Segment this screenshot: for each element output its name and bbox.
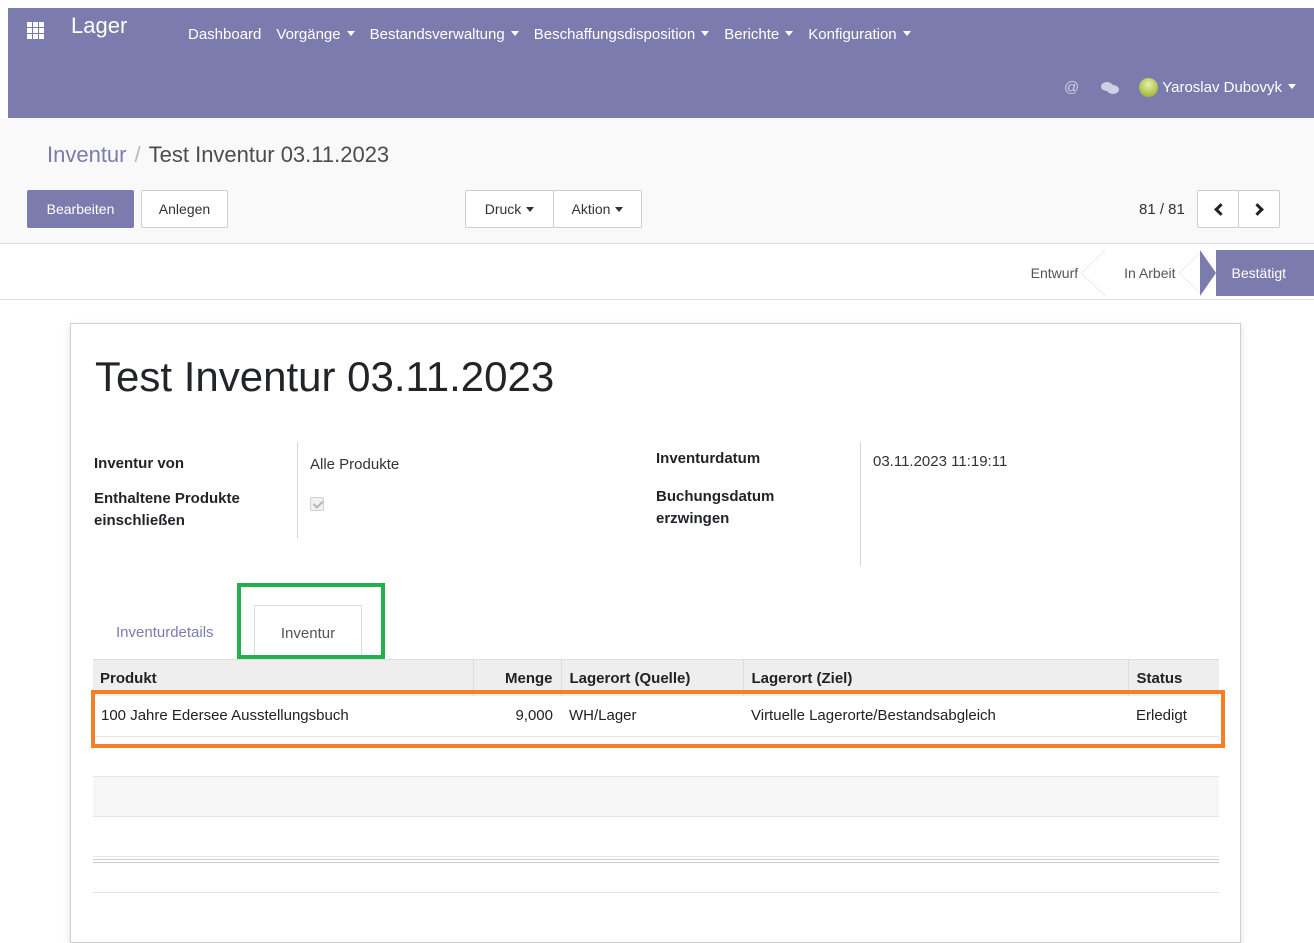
record-title: Test Inventur 03.11.2023 <box>95 353 555 400</box>
status-steps: Entwurf In Arbeit Bestätigt <box>1009 250 1314 296</box>
cell-source-location[interactable]: WH/Lager <box>561 696 743 737</box>
empty-row <box>93 816 1219 857</box>
include-products-checkbox[interactable] <box>310 497 324 511</box>
cell-status[interactable]: Erledigt <box>1128 696 1219 737</box>
column-header-quantity[interactable]: Menge <box>472 660 561 696</box>
pager-value[interactable]: 81 / 81 <box>1139 201 1185 218</box>
force-booking-date-label: Buchungsdatum erzwingen <box>656 488 775 527</box>
menu-item-operations[interactable]: Vorgänge <box>276 26 354 43</box>
menu-item-procurement[interactable]: Beschaffungsdisposition <box>534 26 710 43</box>
statusbar: Entwurf In Arbeit Bestätigt <box>0 245 1314 300</box>
chevron-right-icon <box>1250 202 1264 216</box>
inventory-of-label: Inventur von <box>94 455 185 472</box>
column-header-source-location[interactable]: Lagerort (Quelle) <box>560 660 743 696</box>
cell-quantity[interactable]: 9,000 <box>473 696 561 737</box>
status-step-draft[interactable]: Entwurf <box>1009 250 1106 296</box>
field-divider <box>297 442 298 538</box>
table-footer-line <box>93 862 1219 863</box>
table-row[interactable]: 100 Jahre Edersee Ausstellungsbuch 9,000… <box>93 696 1219 737</box>
pager-previous-button[interactable] <box>1197 190 1239 228</box>
action-label: Aktion <box>571 201 611 217</box>
user-menu[interactable]: Yaroslav Dubovyk <box>1162 79 1296 96</box>
status-step-confirmed[interactable]: Bestätigt <box>1199 250 1314 296</box>
menu-item-configuration[interactable]: Konfiguration <box>808 26 910 43</box>
print-dropdown-button[interactable]: Druck <box>465 190 554 228</box>
column-header-destination-location[interactable]: Lagerort (Ziel) <box>742 660 1128 696</box>
include-products-label: Enthaltene Produkte einschließen <box>94 490 240 529</box>
status-step-in-progress[interactable]: In Arbeit <box>1102 250 1203 296</box>
breadcrumb: Inventur / Test Inventur 03.11.2023 <box>47 142 389 168</box>
table-header-row: Produkt Menge Lagerort (Quelle) Lagerort… <box>93 660 1219 696</box>
inventory-of-value[interactable]: Alle Produkte <box>310 456 399 473</box>
breadcrumb-separator: / <box>134 142 141 167</box>
column-header-status[interactable]: Status <box>1127 660 1219 696</box>
breadcrumb-parent[interactable]: Inventur <box>47 142 127 167</box>
menu-item-reports[interactable]: Berichte <box>724 26 793 43</box>
column-header-product[interactable]: Produkt <box>93 660 473 696</box>
mentions-icon[interactable]: @ <box>1064 79 1079 96</box>
table-footer-line <box>93 859 1219 860</box>
create-button[interactable]: Anlegen <box>141 190 228 228</box>
form-sheet: Test Inventur 03.11.2023 Inventur von Al… <box>70 323 1241 943</box>
table-footer-line <box>93 892 1219 893</box>
apps-grid-icon[interactable] <box>27 22 44 39</box>
edit-button[interactable]: Bearbeiten <box>27 190 134 228</box>
breadcrumb-current: Test Inventur 03.11.2023 <box>148 142 390 167</box>
tab-inventory-details[interactable]: Inventurdetails <box>116 624 214 641</box>
app-title[interactable]: Lager <box>71 13 127 39</box>
print-label: Druck <box>484 201 522 217</box>
cell-destination-location[interactable]: Virtuelle Lagerorte/Bestandsabgleich <box>743 696 1128 737</box>
chevron-left-icon <box>1213 202 1227 216</box>
action-dropdown-button[interactable]: Aktion <box>553 190 642 228</box>
menu-item-inventory-control[interactable]: Bestandsverwaltung <box>370 26 519 43</box>
systray: @ Yaroslav Dubovyk <box>1064 78 1296 97</box>
main-menu: Dashboard Vorgänge Bestandsverwaltung Be… <box>188 26 926 43</box>
empty-row <box>93 736 1219 777</box>
field-divider <box>860 442 861 566</box>
inventory-date-label: Inventurdatum <box>656 450 761 467</box>
avatar[interactable] <box>1139 78 1159 97</box>
pager-next-button[interactable] <box>1238 190 1280 228</box>
empty-row <box>93 776 1219 817</box>
inventory-date-value[interactable]: 03.11.2023 11:19:11 <box>873 453 1007 470</box>
tab-inventory-label: Inventur <box>280 624 336 642</box>
tab-inventory[interactable]: Inventur <box>254 605 362 660</box>
cell-product[interactable]: 100 Jahre Edersee Ausstellungsbuch <box>93 696 473 737</box>
inventory-lines-table: Produkt Menge Lagerort (Quelle) Lagerort… <box>93 660 1219 857</box>
top-navbar: Lager Dashboard Vorgänge Bestandsverwalt… <box>8 8 1314 118</box>
menu-item-dashboard[interactable]: Dashboard <box>188 26 261 43</box>
control-panel: Inventur / Test Inventur 03.11.2023 Bearbe… <box>0 118 1314 244</box>
chat-icon[interactable] <box>1101 81 1120 95</box>
